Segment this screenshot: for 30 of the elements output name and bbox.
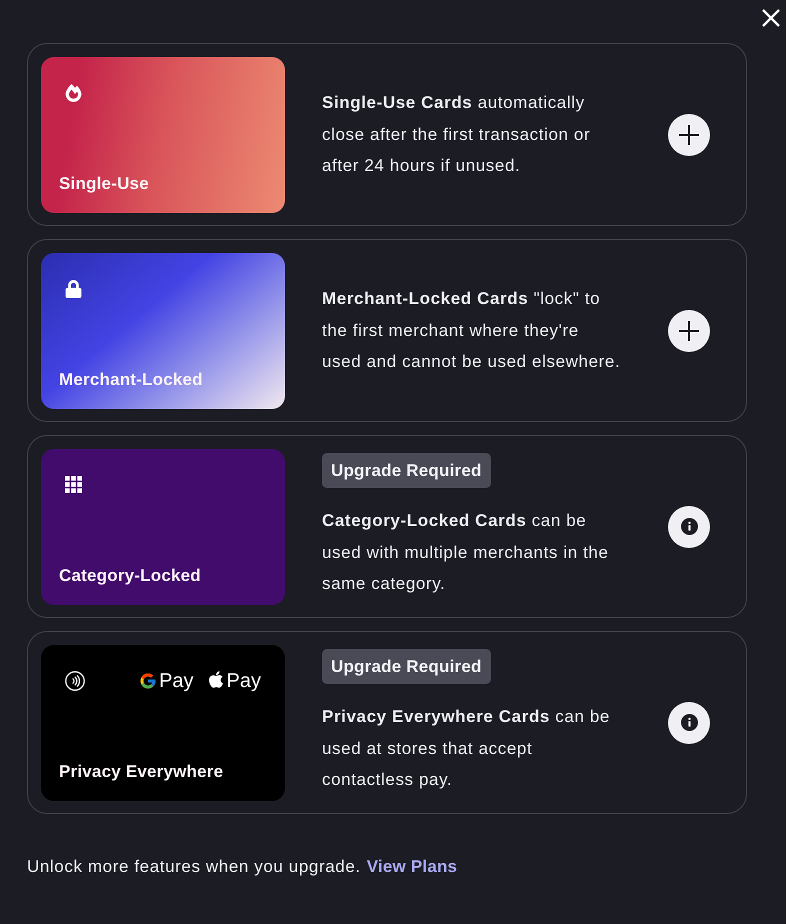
card-label: Merchant-Locked: [59, 368, 203, 390]
upgrade-badge: Upgrade Required: [322, 453, 491, 488]
card-label: Category-Locked: [59, 564, 201, 586]
pay-label: Pay: [159, 668, 194, 692]
card-description: Merchant-Locked Cards "lock" to the first merchant where they're used and cannot be used elsewhere.: [322, 288, 622, 374]
plus-icon: [679, 124, 699, 144]
info-icon: [680, 518, 698, 535]
apple-logo-icon: [206, 670, 225, 688]
info-button[interactable]: [668, 702, 710, 744]
pay-label: Pay: [226, 668, 261, 692]
close-icon: [762, 9, 780, 27]
view-plans-link[interactable]: View Plans: [366, 855, 458, 879]
grid-icon: [65, 476, 82, 493]
g-logo-icon: [139, 672, 158, 690]
footer-text: Unlock more features when you upgrade.: [27, 856, 361, 878]
card-label: Single-Use: [59, 172, 149, 194]
plus-icon: [679, 320, 699, 340]
add-button[interactable]: [668, 310, 710, 352]
info-icon: [680, 714, 698, 731]
card-label: Privacy Everywhere: [59, 760, 224, 782]
contactless-icon: [65, 670, 85, 690]
add-button[interactable]: [668, 114, 710, 156]
upgrade-badge: Upgrade Required: [322, 649, 491, 684]
close-button[interactable]: [760, 7, 782, 29]
info-button[interactable]: [668, 506, 710, 548]
card-description: Single-Use Cards automatically close after the first transaction or after 24 hours if unused.: [322, 92, 592, 178]
card-description: Privacy Everywhere Cards can be used at stores that accept contactless pay.: [322, 706, 611, 792]
card-description: Category-Locked Cards can be used with multiple merchants in the same category.: [322, 510, 610, 596]
lock-icon: [65, 280, 82, 298]
flame-icon: [65, 84, 82, 102]
